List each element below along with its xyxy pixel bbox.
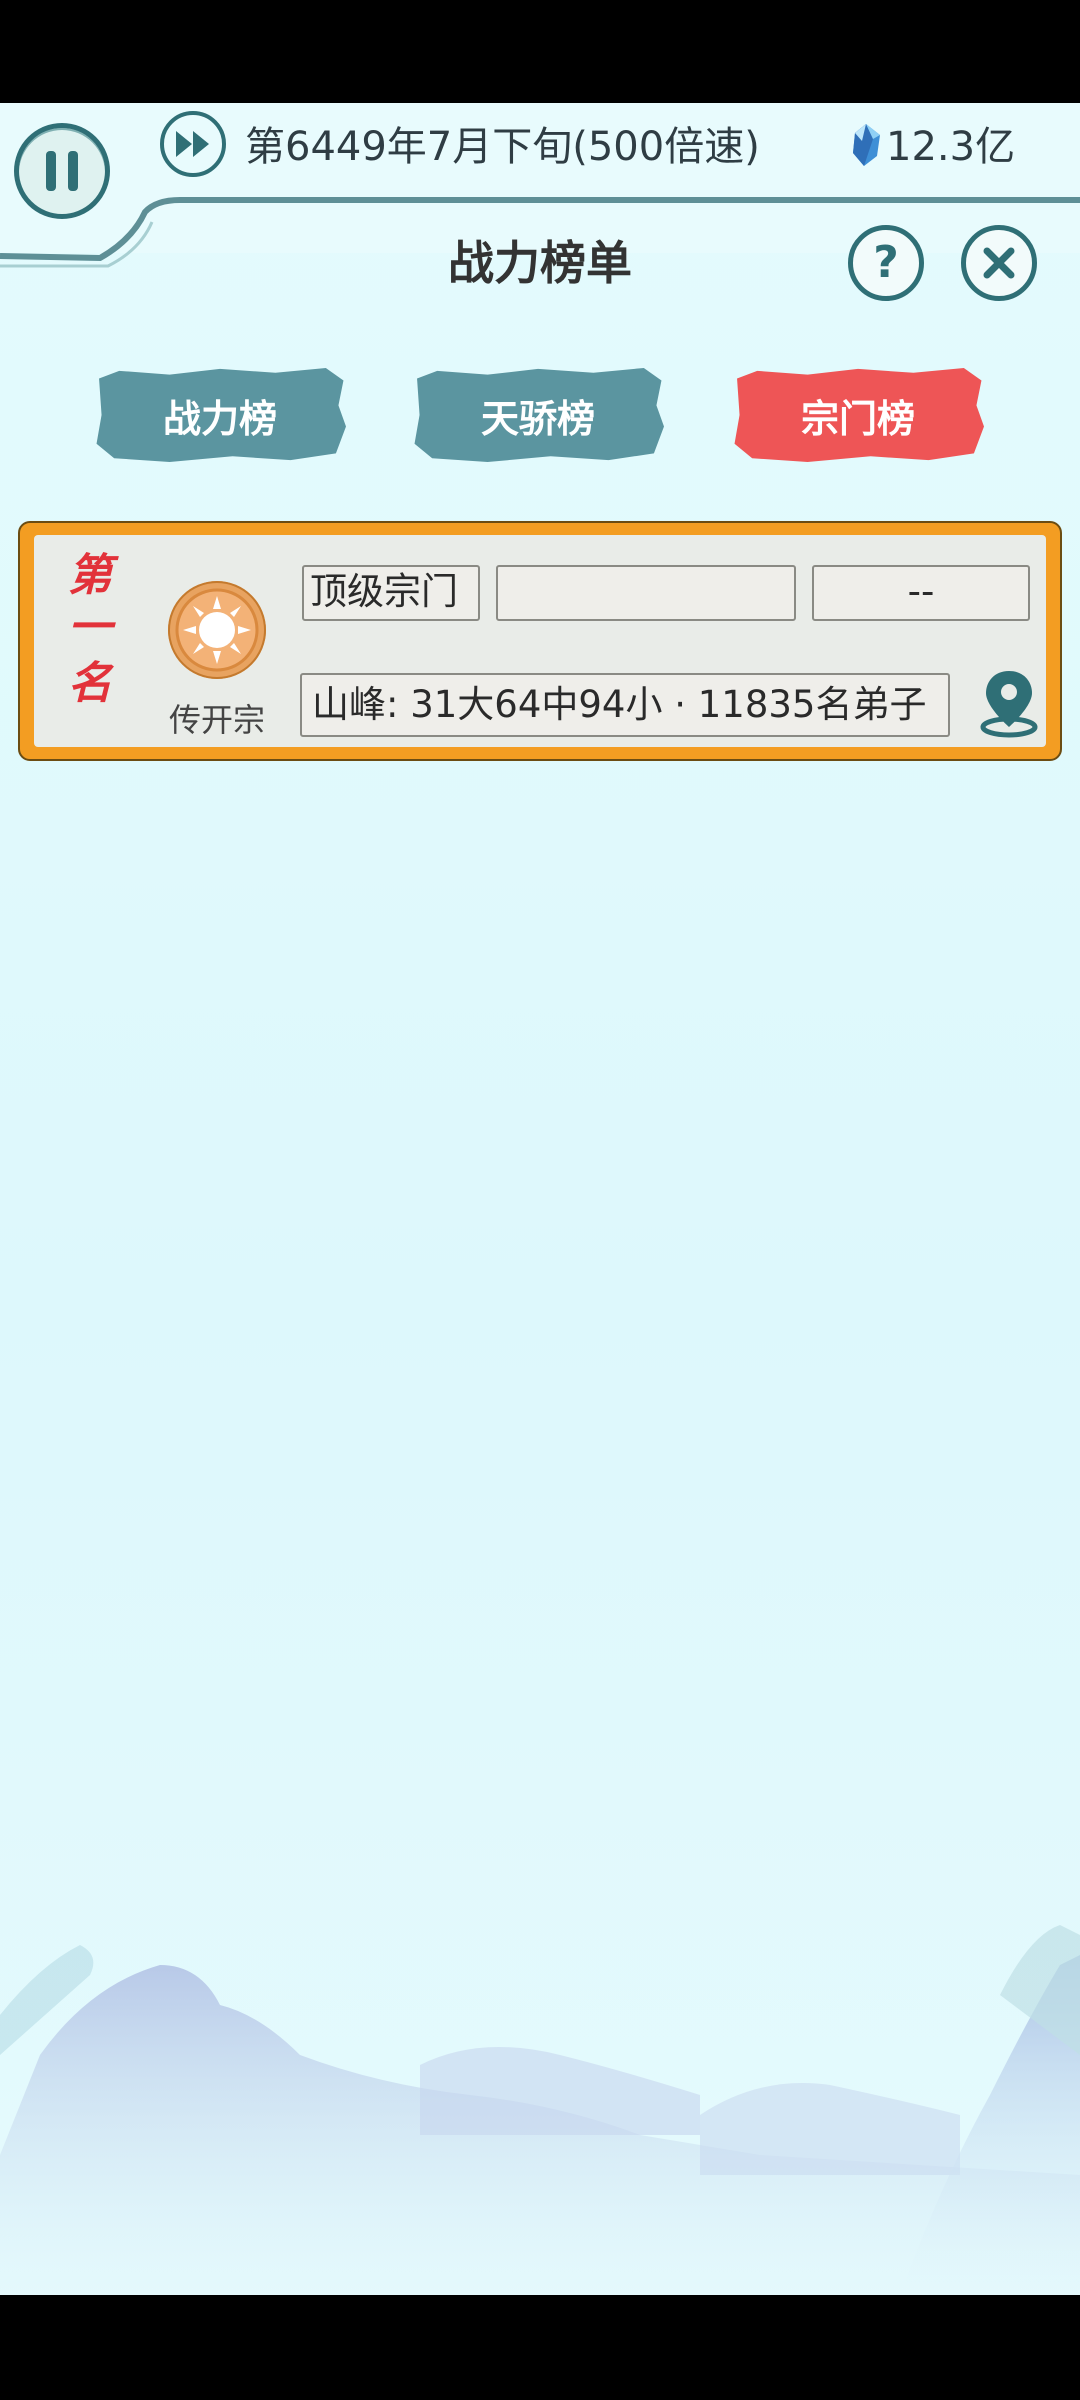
sect-details-field: 山峰: 31大64中94小 · 11835名弟子 [300, 673, 950, 737]
rank-label-char: 一 [68, 602, 112, 653]
pause-icon-bar [68, 151, 78, 191]
ranking-card[interactable]: 第 一 名 传开宗 顶级宗门 -- 山峰: 31大64中94小 · 11835名… [18, 521, 1062, 761]
close-icon [983, 247, 1015, 279]
tab-combat-power[interactable]: 战力榜 [94, 367, 346, 463]
location-pin-icon[interactable] [976, 667, 1042, 739]
ranking-card-body: 第 一 名 传开宗 顶级宗门 -- 山峰: 31大64中94小 · 11835名… [34, 535, 1046, 747]
tab-label: 天骄榜 [480, 396, 595, 441]
game-date-label: 第6449年7月下旬(500倍速) [245, 124, 760, 170]
sect-tier-field: 顶级宗门 [302, 565, 480, 621]
game-screen: 第6449年7月下旬(500倍速) 12.3亿 战力榜单 ? 战力榜 天骄榜 宗… [0, 103, 1080, 2295]
tab-sect[interactable]: 宗门榜 [732, 367, 984, 463]
fast-forward-button[interactable] [160, 111, 226, 177]
rank-label-char: 名 [68, 658, 112, 709]
sect-name: 传开宗 [168, 701, 265, 739]
currency-amount: 12.3亿 [886, 124, 1016, 170]
tab-label: 宗门榜 [800, 396, 915, 441]
close-button[interactable] [961, 225, 1037, 301]
tab-prodigy[interactable]: 天骄榜 [412, 367, 664, 463]
tab-label: 战力榜 [162, 396, 277, 441]
pause-icon-bar [46, 151, 56, 191]
fast-forward-icon [176, 131, 209, 157]
mountain-landscape-decoration [0, 1925, 1080, 2295]
help-button[interactable]: ? [848, 225, 924, 301]
pause-button[interactable] [14, 123, 110, 219]
question-icon: ? [873, 237, 899, 288]
sect-emblem-icon [168, 581, 266, 679]
empty-info-field [496, 565, 796, 621]
score-field: -- [812, 565, 1030, 621]
spirit-stone-icon [853, 124, 880, 166]
